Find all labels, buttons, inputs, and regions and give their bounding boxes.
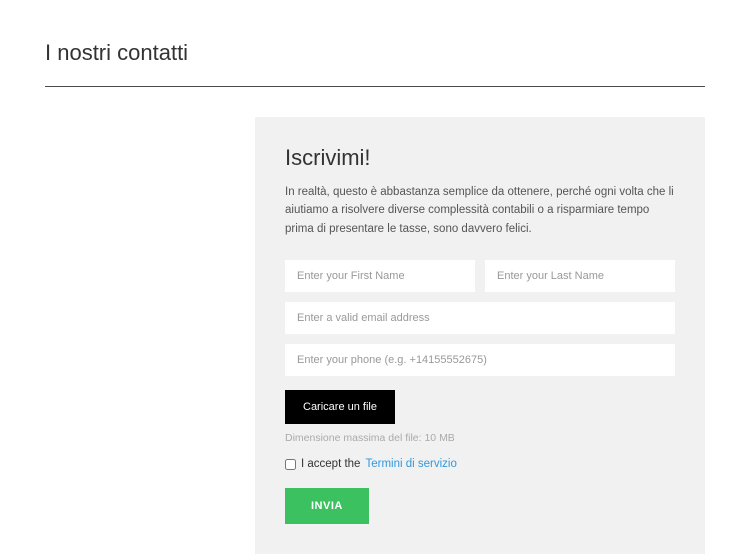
signup-form: Iscrivimi! In realtà, questo è abbastanz… xyxy=(255,117,705,554)
accept-label: I accept the xyxy=(301,458,360,470)
upload-file-button[interactable]: Caricare un file xyxy=(285,390,395,424)
first-name-input[interactable] xyxy=(285,260,475,292)
phone-input[interactable] xyxy=(285,344,675,376)
terms-link[interactable]: Termini di servizio xyxy=(365,458,456,470)
name-row xyxy=(285,260,675,292)
submit-button[interactable]: INVIA xyxy=(285,488,369,524)
terms-row: I accept the Termini di servizio xyxy=(285,458,675,470)
page-title: I nostri contatti xyxy=(45,40,705,66)
form-description: In realtà, questo è abbastanza semplice … xyxy=(285,183,675,238)
form-title: Iscrivimi! xyxy=(285,145,675,171)
divider xyxy=(45,86,705,87)
file-size-hint: Dimensione massima del file: 10 MB xyxy=(285,432,675,444)
email-input[interactable] xyxy=(285,302,675,334)
last-name-input[interactable] xyxy=(485,260,675,292)
accept-terms-checkbox[interactable] xyxy=(285,459,296,470)
